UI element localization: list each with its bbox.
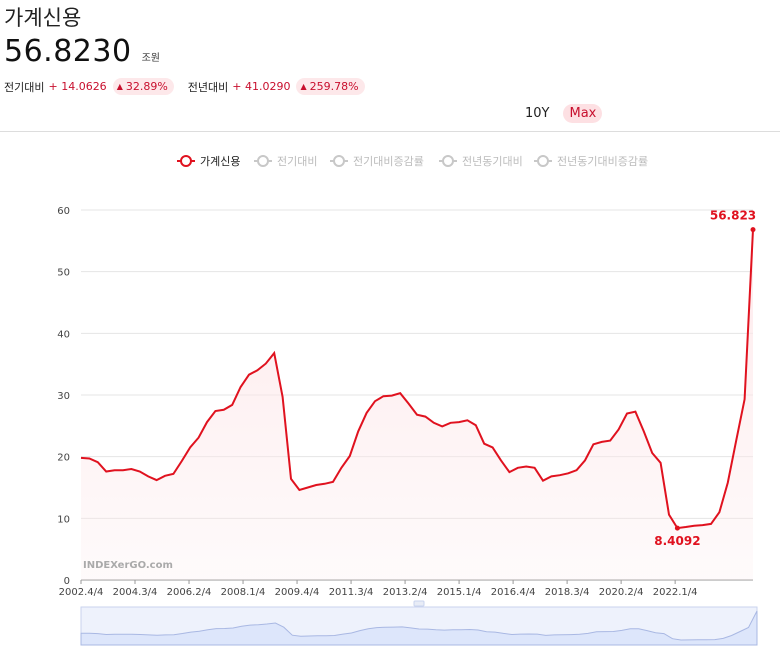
range-navigator[interactable] [80, 600, 758, 646]
range-selector: 10Y Max [519, 104, 603, 123]
legend-label: 가계신용 [200, 155, 240, 168]
y-axis-ticks: 0 10 20 30 40 50 60 [57, 206, 70, 587]
legend-marker [180, 155, 192, 167]
x-tick-label: 2016.4/4 [491, 587, 536, 598]
yoy-pct-change: 259.78% [309, 80, 359, 93]
legend-item-3[interactable]: 전년동기대비 [439, 155, 523, 168]
yoy-pct-badge: ▲ 259.78% [296, 78, 365, 95]
x-tick-label: 2018.3/4 [545, 587, 590, 598]
x-tick-label: 2006.2/4 [167, 587, 212, 598]
annotation-label: 8.4092 [654, 534, 700, 548]
qoq-pct-change: 32.89% [125, 80, 168, 93]
change-row: 전기대비 + 14.0626 ▲ 32.89% 전년대비 + 41.0290 ▲… [4, 78, 379, 95]
annotation-point [674, 525, 680, 531]
legend-item-4[interactable]: 전년동기대비증감률 [534, 155, 648, 168]
y-tick-label: 60 [57, 206, 70, 217]
legend-marker [333, 155, 345, 167]
navigator-handle[interactable] [413, 600, 425, 607]
legend-marker [257, 155, 269, 167]
yoy-abs-change: + 41.0290 [232, 80, 291, 93]
x-tick-label: 2002.4/4 [59, 587, 104, 598]
x-tick-label: 2009.4/4 [275, 587, 320, 598]
chart-area[interactable]: 가계신용 전기대비 전기대비증감률 전년동기대비 전년동기대비증감률 0 10 20 30 40… [0, 140, 780, 657]
qoq-abs-change: + 14.0626 [48, 80, 107, 93]
legend-label: 전년동기대비증감률 [557, 155, 648, 168]
legend-marker [442, 155, 454, 167]
range-10y-button[interactable]: 10Y [519, 104, 555, 123]
x-tick-label: 2008.1/4 [221, 587, 266, 598]
x-tick-label: 2011.3/4 [329, 587, 374, 598]
range-max-button[interactable]: Max [563, 104, 603, 123]
value-unit: 조원 [141, 53, 160, 64]
series-area-fill [81, 229, 753, 580]
page-title: 가계신용 [4, 6, 82, 30]
legend-item-0[interactable]: 가계신용 [177, 155, 240, 168]
legend-item-2[interactable]: 전기대비증감률 [330, 155, 424, 168]
watermark-text: INDEXerGO.com [83, 560, 173, 571]
value-row: 56.8230 조원 [4, 34, 160, 69]
header-divider [0, 131, 780, 132]
legend-label: 전기대비 [277, 155, 317, 168]
qoq-label: 전기대비 [4, 80, 45, 94]
annotation-label: 56.823 [710, 209, 756, 223]
chart-legend: 가계신용 전기대비 전기대비증감률 전년동기대비 전년동기대비증감률 [177, 155, 648, 168]
legend-label: 전년동기대비 [462, 155, 523, 168]
up-triangle-icon: ▲ [300, 82, 307, 91]
up-triangle-icon: ▲ [116, 82, 123, 91]
x-tick-label: 2022.1/4 [653, 587, 698, 598]
x-tick-label: 2020.2/4 [599, 587, 644, 598]
legend-marker [537, 155, 549, 167]
x-tick-label: 2013.2/4 [383, 587, 428, 598]
y-tick-label: 30 [57, 391, 70, 402]
y-tick-label: 10 [57, 514, 70, 525]
x-axis-ticks: 2002.4/4 2004.3/4 2006.2/4 2008.1/4 2009.4/4… [59, 580, 698, 598]
yoy-label: 전년대비 [187, 80, 229, 94]
x-tick-label: 2015.1/4 [437, 587, 482, 598]
y-tick-label: 50 [57, 268, 70, 279]
legend-label: 전기대비증감률 [353, 155, 424, 168]
y-tick-label: 0 [64, 576, 70, 587]
annotation-point [750, 227, 756, 233]
qoq-pct-badge: ▲ 32.89% [112, 78, 174, 95]
current-value: 56.8230 [4, 34, 132, 69]
y-tick-label: 20 [57, 453, 70, 464]
y-tick-label: 40 [57, 329, 70, 340]
legend-item-1[interactable]: 전기대비 [254, 155, 317, 168]
x-tick-label: 2004.3/4 [113, 587, 158, 598]
